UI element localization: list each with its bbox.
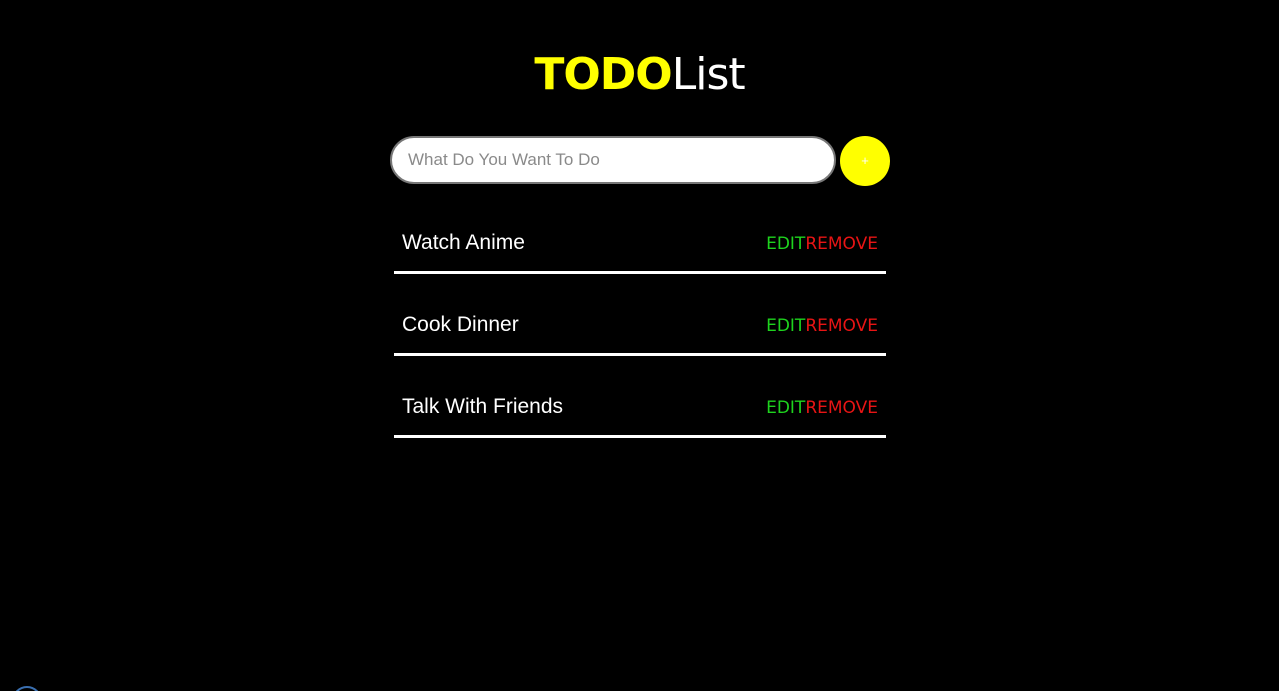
todo-actions: EDITREMOVE: [766, 314, 878, 338]
page-title: TODOList: [0, 47, 1279, 103]
todo-text: Talk With Friends: [402, 395, 564, 418]
todo-input[interactable]: [390, 136, 836, 184]
add-button[interactable]: +: [840, 136, 890, 186]
remove-button[interactable]: REMOVE: [805, 314, 878, 338]
corner-circle-icon: [12, 686, 42, 691]
todo-item: Watch Anime EDITREMOVE: [394, 214, 886, 274]
remove-button[interactable]: REMOVE: [805, 396, 878, 420]
todo-actions: EDITREMOVE: [766, 232, 878, 256]
edit-button[interactable]: EDIT: [766, 232, 805, 256]
todo-list: Watch Anime EDITREMOVE Cook Dinner EDITR…: [394, 214, 886, 460]
todo-text: Watch Anime: [402, 231, 525, 254]
title-rest: List: [671, 49, 746, 101]
todo-actions: EDITREMOVE: [766, 396, 878, 420]
todo-item: Talk With Friends EDITREMOVE: [394, 378, 886, 438]
add-todo-form: +: [390, 136, 890, 186]
edit-button[interactable]: EDIT: [766, 314, 805, 338]
title-accent: TODO: [534, 49, 672, 101]
todo-item: Cook Dinner EDITREMOVE: [394, 296, 886, 356]
edit-button[interactable]: EDIT: [766, 396, 805, 420]
todo-app: TODOList + Watch Anime EDITREMOVE Cook D…: [0, 0, 1279, 691]
remove-button[interactable]: REMOVE: [805, 232, 878, 256]
todo-text: Cook Dinner: [402, 313, 519, 336]
